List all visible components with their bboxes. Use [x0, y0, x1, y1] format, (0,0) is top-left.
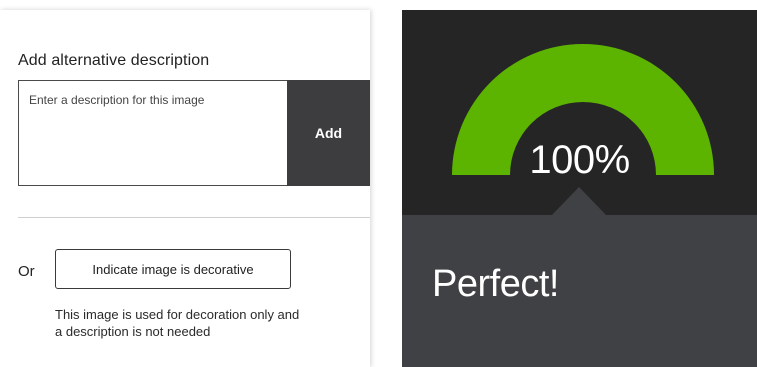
alt-text-panel: Add alternative description Add Or Indic… [0, 10, 370, 367]
score-gauge [452, 44, 714, 175]
score-percentage: 100% [529, 138, 630, 182]
alt-description-heading: Add alternative description [18, 52, 210, 69]
score-panel: 100% Perfect! [402, 10, 757, 367]
section-divider [18, 217, 370, 218]
or-label: Or [18, 263, 35, 280]
alt-description-input[interactable] [18, 80, 288, 186]
message-pointer [552, 187, 606, 215]
decorative-help-text: This image is used for decoration only a… [55, 307, 300, 339]
score-message: Perfect! [432, 263, 559, 305]
score-message-box: Perfect! [402, 187, 757, 367]
add-description-button[interactable]: Add [287, 80, 370, 186]
mark-decorative-button[interactable]: Indicate image is decorative [55, 249, 291, 289]
